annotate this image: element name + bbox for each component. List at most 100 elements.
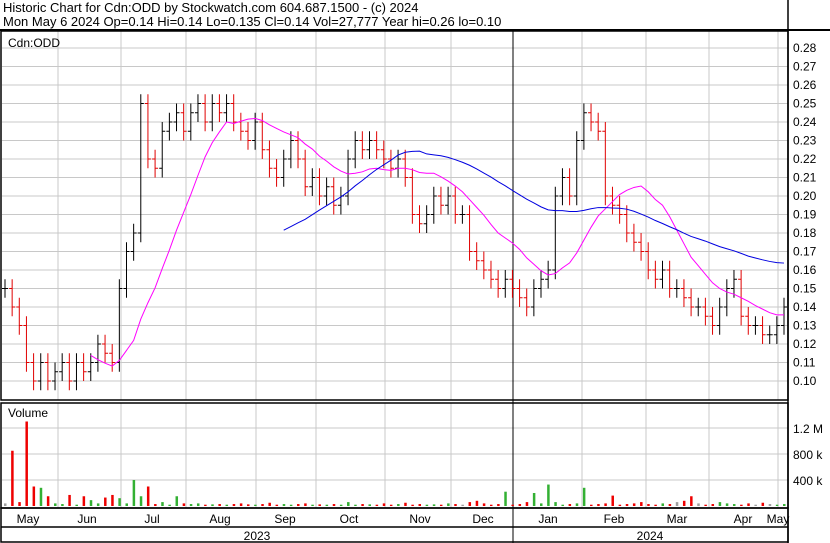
volume-bar xyxy=(447,503,450,506)
volume-bar xyxy=(432,504,436,506)
volume-bar xyxy=(225,504,229,506)
volume-bar xyxy=(204,504,207,506)
volume-bar xyxy=(561,504,564,506)
volume-bar xyxy=(511,504,514,506)
volume-bar xyxy=(132,480,136,506)
volume-bar xyxy=(332,504,336,506)
price-tick-label: 0.16 xyxy=(793,263,817,277)
price-tick-label: 0.10 xyxy=(793,374,817,388)
volume-bar xyxy=(361,504,364,506)
volume-bar xyxy=(297,504,300,506)
volume-bar xyxy=(311,504,314,506)
volume-bar xyxy=(697,503,700,506)
volume-bar xyxy=(661,503,665,506)
volume-bar xyxy=(454,504,457,506)
volume-bar xyxy=(640,502,643,506)
volume-bar xyxy=(468,502,472,506)
volume-bar xyxy=(647,504,650,506)
volume-bar xyxy=(504,491,507,506)
volume-bar xyxy=(475,500,479,506)
volume-bar xyxy=(418,504,422,506)
volume-bar xyxy=(354,504,357,506)
volume-tick-label: 800 k xyxy=(793,448,823,462)
volume-bar xyxy=(146,486,150,506)
volume-bar xyxy=(747,503,750,506)
volume-bar xyxy=(347,502,350,506)
volume-bar xyxy=(489,504,493,506)
volume-bar xyxy=(104,497,107,506)
volume-bar xyxy=(618,504,622,506)
month-label: Nov xyxy=(409,512,430,526)
volume-bar xyxy=(4,503,7,506)
price-tick-label: 0.17 xyxy=(793,245,817,259)
price-tick-label: 0.20 xyxy=(793,189,817,203)
volume-bar xyxy=(118,498,121,506)
volume-bar xyxy=(668,504,672,506)
month-label: Feb xyxy=(604,512,625,526)
price-tick-label: 0.19 xyxy=(793,208,817,222)
volume-bar xyxy=(397,504,400,506)
volume-bar xyxy=(261,504,264,506)
volume-bar xyxy=(754,504,757,506)
month-label: May xyxy=(767,512,790,526)
volume-bar xyxy=(439,504,443,506)
volume-bar xyxy=(18,502,21,506)
volume-bar xyxy=(211,504,214,506)
price-tick-label: 0.25 xyxy=(793,97,817,111)
volume-bar xyxy=(783,504,786,506)
volume-bar xyxy=(289,504,293,506)
volume-bar xyxy=(68,494,71,506)
volume-bar xyxy=(339,504,343,506)
volume-bar xyxy=(389,504,393,506)
volume-bar xyxy=(768,504,772,506)
volume-tick-label: 1.2 M xyxy=(793,422,823,436)
volume-bar xyxy=(554,502,557,506)
price-tick-label: 0.21 xyxy=(793,171,817,185)
volume-bar xyxy=(690,496,693,506)
volume-bar xyxy=(611,495,614,506)
price-tick-label: 0.13 xyxy=(793,319,817,333)
price-tick-label: 0.26 xyxy=(793,78,817,92)
volume-bar xyxy=(11,450,14,506)
volume-bar xyxy=(682,500,686,506)
volume-bar xyxy=(575,503,579,506)
volume-bar xyxy=(404,502,407,506)
volume-bar xyxy=(518,504,522,506)
month-label: Mar xyxy=(667,512,688,526)
volume-bar xyxy=(711,504,715,506)
volume-bar xyxy=(590,504,593,506)
volume-bar xyxy=(32,486,36,506)
volume-bar xyxy=(411,504,414,506)
price-tick-label: 0.14 xyxy=(793,300,817,314)
volume-bar xyxy=(318,504,321,506)
price-tick-label: 0.22 xyxy=(793,152,817,166)
volume-bar xyxy=(718,502,722,506)
volume-bar xyxy=(425,504,429,506)
month-label: Jan xyxy=(538,512,557,526)
price-tick-label: 0.28 xyxy=(793,41,817,55)
volume-bar xyxy=(632,503,636,506)
volume-bar xyxy=(568,504,572,506)
volume-bar xyxy=(704,504,707,506)
month-label: May xyxy=(17,512,40,526)
volume-bar xyxy=(111,494,114,506)
volume-bar xyxy=(275,504,279,506)
month-label: Aug xyxy=(209,512,230,526)
volume-bar xyxy=(740,504,743,506)
volume-bar xyxy=(161,502,164,506)
price-volume-chart: 0.28 0.27 0.26 0.25 0.24 0.23 0.22 0.21 0.20 0.19… xyxy=(0,0,830,543)
volume-bar xyxy=(532,493,536,506)
volume-bar xyxy=(547,484,550,506)
volume-bar xyxy=(540,503,543,506)
volume-bar xyxy=(246,504,250,506)
volume-bar xyxy=(54,503,57,506)
volume-panel xyxy=(0,402,789,509)
ticker-label: Cdn:ODD xyxy=(8,36,60,50)
volume-bar xyxy=(675,502,679,506)
volume-bar xyxy=(775,504,779,506)
volume-bar xyxy=(82,496,86,506)
volume-bar xyxy=(196,503,200,506)
month-label: Sep xyxy=(274,512,296,526)
volume-bar xyxy=(497,504,500,506)
volume-bar xyxy=(382,503,386,506)
